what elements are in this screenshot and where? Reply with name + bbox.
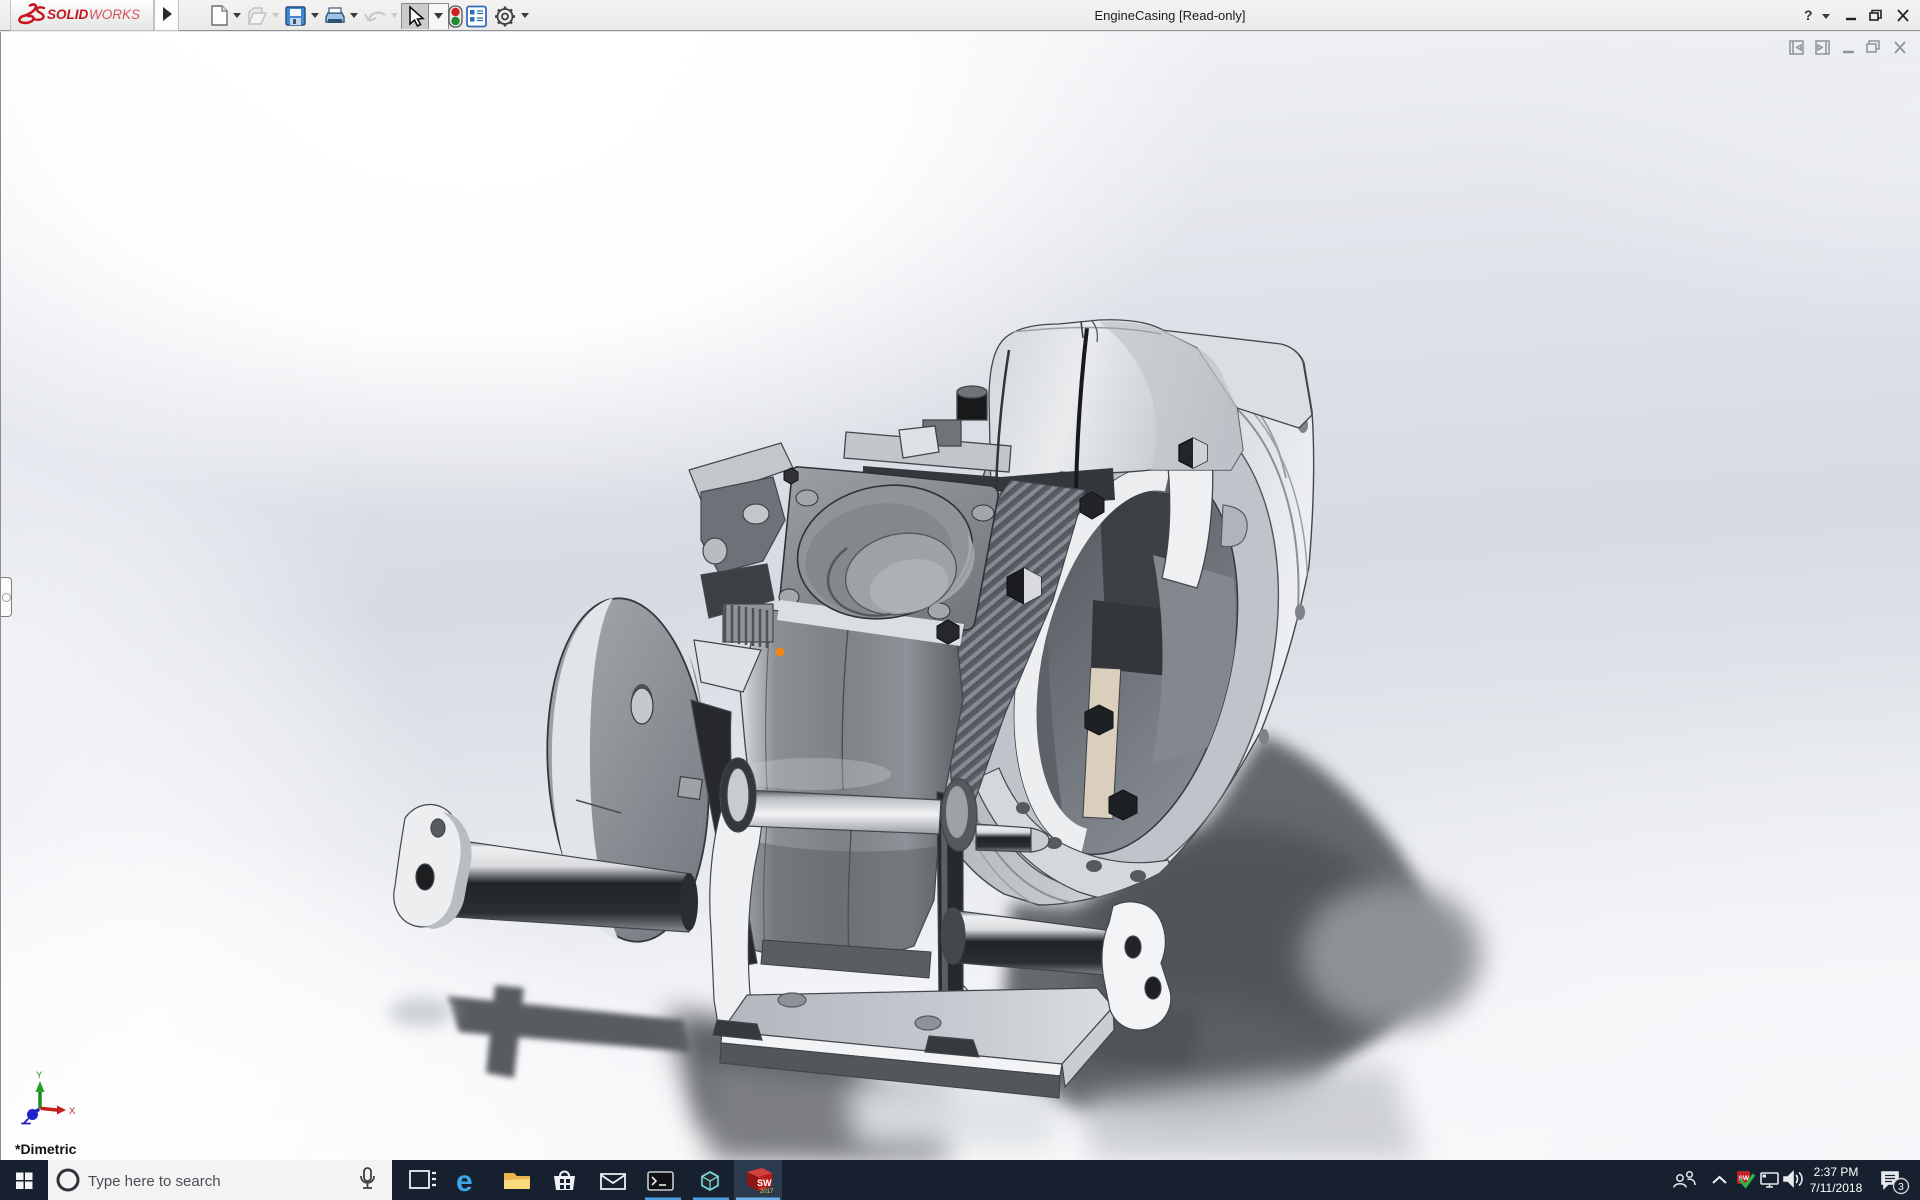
- svg-text:?: ?: [1804, 7, 1813, 23]
- svg-text:e: e: [456, 1165, 473, 1198]
- svg-text:WORKS: WORKS: [89, 7, 140, 22]
- svg-text:2017: 2017: [760, 1189, 774, 1195]
- svg-text:Y: Y: [36, 1070, 43, 1081]
- svg-text:Type here to search: Type here to search: [88, 1173, 221, 1190]
- svg-text:3: 3: [1898, 1181, 1904, 1193]
- svg-text:SOLID: SOLID: [47, 7, 89, 22]
- svg-text:X: X: [69, 1106, 76, 1117]
- svg-text:SW: SW: [757, 1178, 772, 1188]
